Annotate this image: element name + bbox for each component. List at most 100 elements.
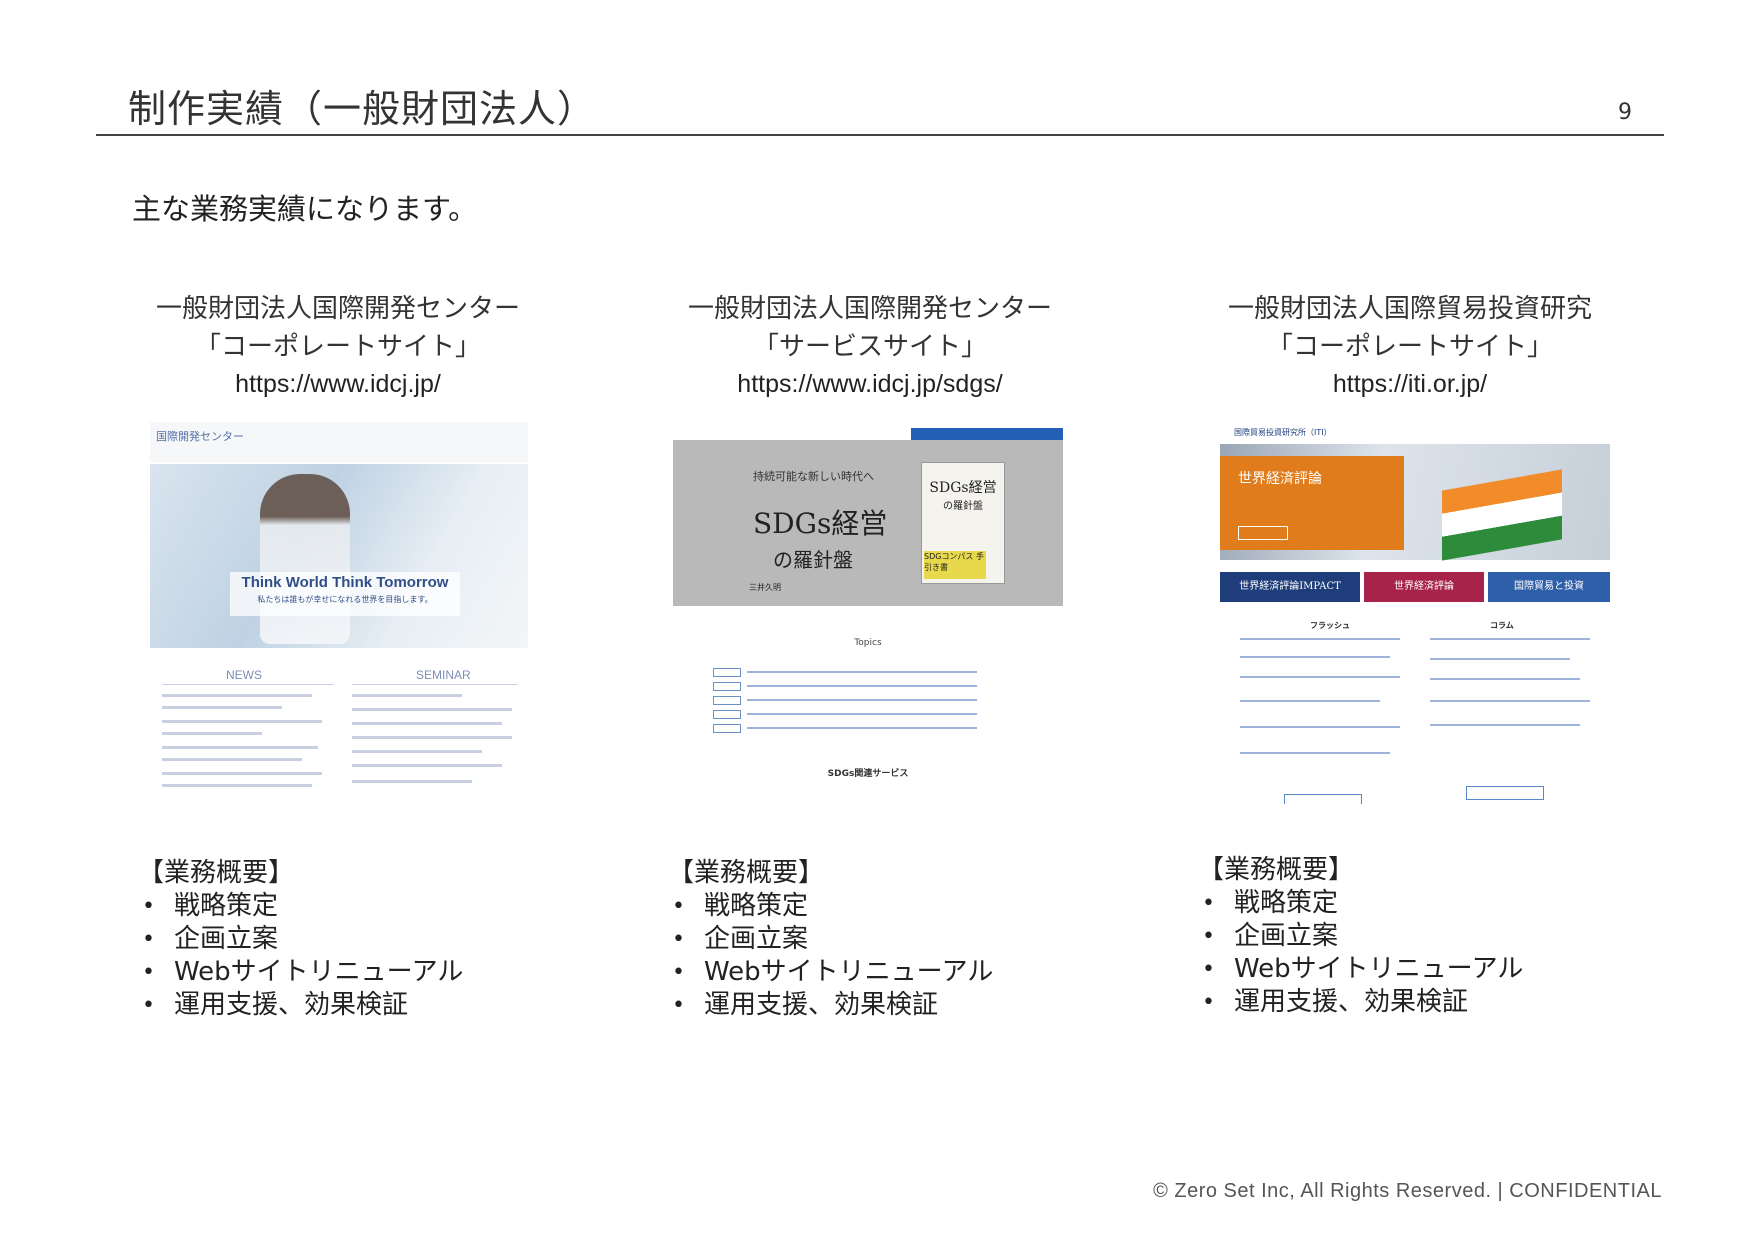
site-logo: 国際貿易投資研究所（ITI）: [1234, 428, 1332, 437]
services-heading: SDGs関連サービス: [827, 769, 909, 779]
news-item: [162, 772, 322, 775]
topic-row: [713, 696, 977, 705]
hero-title: Think World Think Tomorrow: [241, 574, 449, 591]
hero-tagline: Think World Think Tomorrow 私たちは誰もが幸せになれる…: [230, 572, 460, 616]
project-2-screenshot: 持続可能な新しい時代へ SDGs経営 の羅針盤 三井久明 SDGs経営 の羅針盤…: [673, 428, 1063, 804]
project-type: 「コーポレートサイト」: [1266, 332, 1553, 362]
seminar-item: [352, 780, 472, 783]
book-subtitle: の羅針盤: [943, 501, 983, 512]
summary-item: Webサイトリニューアル: [1198, 953, 1523, 986]
banner-title: SDGs経営: [753, 507, 888, 540]
summary-item: 企画立案: [668, 923, 993, 956]
project-url: https://iti.or.jp/: [1332, 370, 1488, 398]
seminar-item: [352, 736, 512, 739]
column-item: [1430, 638, 1590, 640]
publication-3: 国際貿易と投資: [1488, 572, 1610, 602]
hero-banner: 持続可能な新しい時代へ SDGs経営 の羅針盤 三井久明 SDGs経営 の羅針盤…: [673, 440, 1063, 606]
topics-label: Topics: [854, 638, 882, 648]
book-cover: SDGs経営 の羅針盤 SDGコンパス 手引き書: [921, 462, 1005, 584]
project-type: 「サービスサイト」: [752, 332, 987, 362]
topic-row: [713, 710, 977, 719]
summary-heading: 【業務概要】: [138, 858, 295, 888]
seminar-item: [352, 694, 462, 697]
project-name: 一般財団法人国際開発センター: [687, 294, 1052, 324]
book-title: SDGs経営: [929, 480, 997, 496]
summary-item: 戦略策定: [668, 890, 993, 923]
project-type: 「コーポレートサイト」: [194, 332, 481, 362]
flash-item: [1240, 700, 1380, 702]
flash-item: [1240, 656, 1390, 658]
banner-lead: 持続可能な新しい時代へ: [753, 470, 874, 483]
flash-item: [1240, 676, 1400, 678]
news-item: [162, 746, 318, 749]
publication-2: 世界経済評論: [1364, 572, 1484, 602]
site-header: 国際貿易投資研究所（ITI）: [1220, 424, 1610, 444]
news-item: [162, 732, 262, 735]
project-url: https://www.idcj.jp/: [235, 370, 441, 398]
project-3-caption: 一般財団法人国際貿易投資研究 「コーポレートサイト」 https://iti.o…: [1180, 290, 1640, 402]
summary-item: 企画立案: [1198, 920, 1523, 953]
topic-row: [713, 682, 977, 691]
hero-image: 世界経済評論: [1220, 444, 1610, 561]
project-2-caption: 一般財団法人国際開発センター 「サービスサイト」 https://www.idc…: [640, 290, 1100, 402]
project-1-summary: 【業務概要】 戦略策定 企画立案 Webサイトリニューアル 運用支援、効果検証: [138, 856, 463, 1022]
header-divider: [96, 134, 1664, 136]
column-item: [1430, 724, 1580, 726]
project-1-screenshot: 国際開発センター Think World Think Tomorrow 私たちは…: [150, 422, 528, 808]
book-badge: SDGコンパス 手引き書: [924, 551, 986, 579]
site-logo: 国際開発センター: [156, 430, 244, 443]
footer-copyright: © Zero Set Inc, All Rights Reserved. | C…: [1153, 1180, 1662, 1202]
flash-more-button: [1284, 794, 1362, 804]
seminar-item: [352, 764, 502, 767]
news-item: [162, 706, 282, 709]
column-item: [1430, 678, 1580, 680]
summary-heading: 【業務概要】: [1198, 855, 1355, 885]
seminar-label: SEMINAR: [416, 668, 471, 682]
project-1-caption: 一般財団法人国際開発センター 「コーポレートサイト」 https://www.i…: [108, 290, 568, 402]
banner-author: 三井久明: [749, 583, 781, 592]
project-name: 一般財団法人国際貿易投資研究: [1227, 294, 1592, 324]
hero-panel: 世界経済評論: [1220, 456, 1404, 550]
project-2-summary: 【業務概要】 戦略策定 企画立案 Webサイトリニューアル 運用支援、効果検証: [668, 856, 993, 1022]
flash-label: フラッシュ: [1310, 621, 1350, 630]
column-item: [1430, 658, 1570, 660]
site-nav-bar: [911, 428, 1063, 440]
flash-item: [1240, 726, 1400, 728]
flag-key-image: [1442, 469, 1562, 561]
hero-image: Think World Think Tomorrow 私たちは誰もが幸せになれる…: [150, 464, 528, 648]
page-title: 制作実績（一般財団法人）: [128, 87, 597, 131]
summary-item: 運用支援、効果検証: [668, 989, 993, 1022]
news-item: [162, 720, 322, 723]
seminar-item: [352, 708, 512, 711]
summary-item: 戦略策定: [1198, 887, 1523, 920]
summary-heading: 【業務概要】: [668, 858, 825, 888]
column-item: [1430, 700, 1590, 702]
site-header: 国際開発センター: [150, 422, 528, 462]
flash-item: [1240, 638, 1400, 640]
news-divider: [162, 684, 334, 685]
summary-item: 企画立案: [138, 923, 463, 956]
person-photo: [260, 474, 350, 644]
column-more-button: [1466, 786, 1544, 800]
news-item: [162, 694, 312, 697]
topic-row: [713, 668, 977, 677]
hero-subtitle: 私たちは誰もが幸せになれる世界を目指します。: [257, 595, 433, 604]
hero-title: 世界経済評論: [1238, 471, 1322, 487]
lead-text: 主な業務実績になります。: [132, 192, 478, 226]
flash-item: [1240, 752, 1390, 754]
news-item: [162, 784, 312, 787]
publication-strip: 世界経済評論IMPACT 世界経済評論 国際貿易と投資: [1220, 572, 1610, 602]
project-name: 一般財団法人国際開発センター: [155, 294, 520, 324]
summary-item: Webサイトリニューアル: [138, 956, 463, 989]
topic-row: [713, 724, 977, 733]
hero-button: [1238, 526, 1288, 540]
seminar-item: [352, 750, 482, 753]
publication-1: 世界経済評論IMPACT: [1220, 572, 1360, 602]
summary-item: 運用支援、効果検証: [138, 989, 463, 1022]
summary-item: 戦略策定: [138, 890, 463, 923]
banner-subtitle: の羅針盤: [773, 548, 853, 572]
news-label: NEWS: [226, 668, 262, 682]
column-label: コラム: [1490, 621, 1514, 630]
summary-item: Webサイトリニューアル: [668, 956, 993, 989]
page-number: 9: [1618, 100, 1632, 125]
